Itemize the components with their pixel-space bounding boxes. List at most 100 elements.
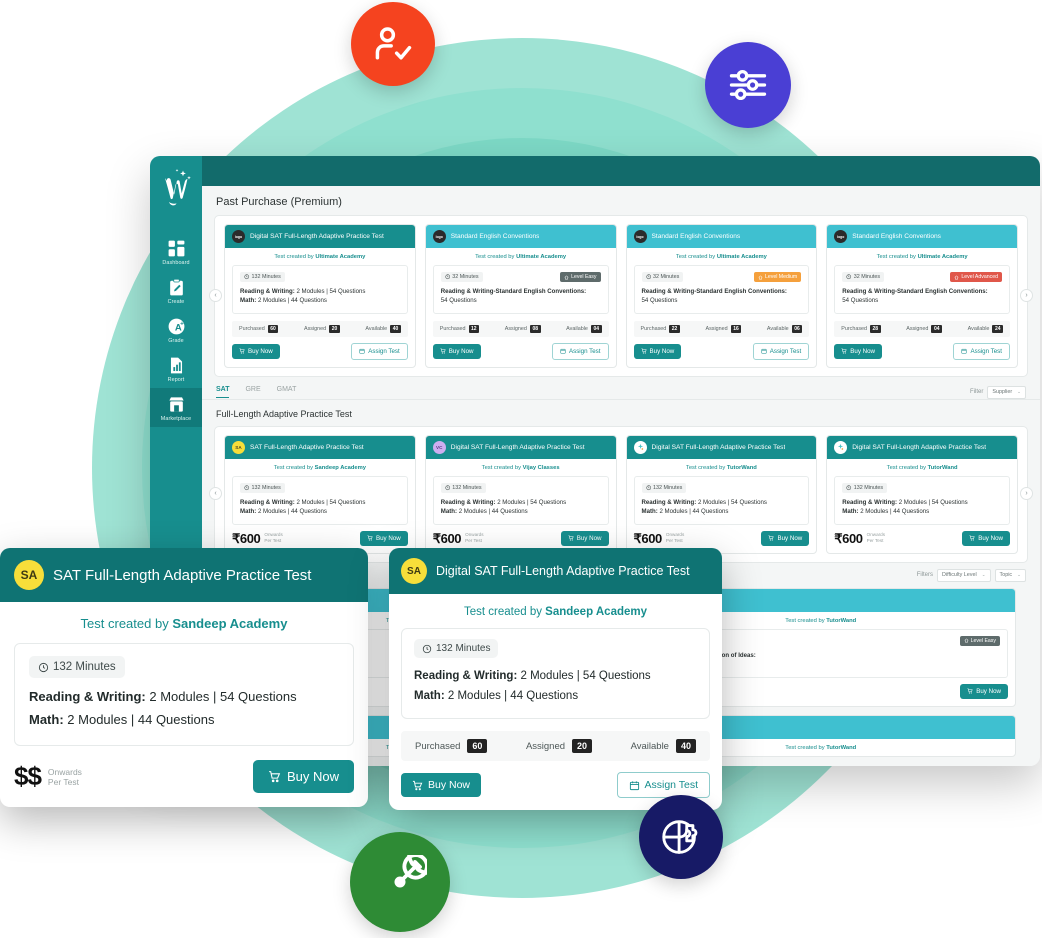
assign-test-button[interactable]: Assign Test	[551, 342, 609, 360]
info-value: 2 Modules | 54 Questions	[898, 498, 968, 506]
info-line-2: 54 Questions	[441, 296, 601, 305]
assign-test-button[interactable]: Assign Test	[953, 342, 1010, 360]
test-card[interactable]: logo Standard English Conventions Test c…	[826, 224, 1018, 368]
assign-test-button[interactable]: Assign Test	[616, 772, 710, 799]
buy-now-button[interactable]: Buy Now	[633, 343, 682, 359]
buy-now-button[interactable]: Buy Now	[232, 343, 280, 359]
test-card-stats: Purchased 28 Assigned 04 Available 24	[834, 320, 1010, 337]
buy-now-button[interactable]: Buy Now	[359, 530, 408, 546]
svg-text:+: +	[180, 321, 184, 328]
tab-gre[interactable]: GRE	[245, 386, 260, 398]
past-purchase-prev-arrow[interactable]: ‹	[209, 288, 222, 302]
info-line-1: Reading & Writing-Standard English Conve…	[441, 287, 601, 296]
buy-now-button[interactable]: Buy Now	[834, 343, 883, 359]
sidebar-item-label: Report	[167, 377, 185, 383]
creator-name: TutorWand	[726, 464, 757, 471]
marketplace-card-row: SA SAT Full-Length Adaptive Practice Tes…	[224, 434, 1018, 554]
supplier-avatar	[633, 440, 647, 454]
buy-now-button[interactable]: Buy Now	[960, 683, 1008, 699]
test-card-title: Standard English Conventions	[852, 233, 941, 240]
creator-prefix: Test created by	[80, 616, 169, 631]
tab-sat[interactable]: SAT	[216, 386, 230, 399]
tab-gmat[interactable]: GMAT	[277, 386, 297, 398]
test-card-info: 132 Minutes Reading & Writing: 2 Modules…	[232, 265, 408, 314]
info-label: Math:	[440, 508, 457, 516]
info-line-2: Math: 2 Modules | 44 Questions	[441, 507, 601, 516]
info-label: Reading & Writing-Standard English Conve…	[641, 288, 787, 295]
info-value: 54 Questions	[440, 297, 477, 305]
info-label: Reading & Writing:	[29, 689, 146, 704]
sidebar-item-create[interactable]: Create	[150, 271, 202, 310]
marketplace-prev-arrow[interactable]: ‹	[209, 487, 222, 501]
sidebar-item-report[interactable]: Report	[150, 349, 202, 388]
sidebar-item-grade[interactable]: A + Grade	[150, 310, 202, 349]
info-label: Math:	[414, 690, 445, 703]
stat-label: Available	[967, 325, 990, 332]
popup-center-title: Digital SAT Full-Length Adaptive Practic…	[436, 564, 690, 578]
marketplace-next-arrow[interactable]: ›	[1020, 487, 1033, 501]
sidebar-item-label: Marketplace	[160, 416, 192, 422]
marketplace-card[interactable]: Digital SAT Full-Length Adaptive Practic…	[826, 434, 1018, 554]
price-sub-2: Per Test	[465, 538, 482, 544]
chevron-down-icon: ⌄	[1017, 389, 1021, 395]
sidebar-item-dashboard[interactable]: Dashboard	[150, 232, 202, 271]
difficulty-level-select[interactable]: Difficulty Level ⌄	[937, 568, 991, 582]
marketplace-card[interactable]: VC Digital SAT Full-Length Adaptive Prac…	[424, 434, 617, 554]
assign-test-label: Assign Test	[568, 347, 601, 355]
creator-name: TutorWand	[826, 617, 857, 624]
assign-test-button[interactable]: Assign Test	[351, 342, 408, 360]
exam-tabs: SAT GRE GMAT	[216, 386, 297, 399]
info-value: 2 Modules | 54 Questions	[296, 498, 366, 506]
supplier-avatar	[834, 440, 848, 454]
test-card[interactable]: logo Standard English Conventions Test c…	[424, 224, 617, 368]
buy-now-button[interactable]: Buy Now	[252, 759, 354, 793]
stat-available: Available 06	[767, 324, 803, 333]
buy-now-button[interactable]: Buy Now	[560, 530, 609, 546]
buy-now-button[interactable]: Buy Now	[761, 530, 810, 546]
marketplace-card-title: Digital SAT Full-Length Adaptive Practic…	[651, 443, 786, 451]
info-line-1: Reading & Writing: 2 Modules | 54 Questi…	[29, 686, 339, 707]
popup-card-left: SA SAT Full-Length Adaptive Practice Tes…	[0, 548, 368, 807]
stat-value: 24	[992, 324, 1003, 333]
popup-left-header: SA SAT Full-Length Adaptive Practice Tes…	[0, 548, 368, 602]
buy-now-button[interactable]: Buy Now	[401, 773, 482, 798]
supplier-select[interactable]: Supplier ⌄	[987, 385, 1026, 399]
topic-select[interactable]: Topic ⌄	[994, 568, 1026, 582]
duration-text: 32 Minutes	[653, 274, 680, 280]
stat-value: 08	[529, 324, 541, 333]
stat-label: Purchased	[640, 325, 667, 332]
info-line-2: Math: 2 Modules | 44 Questions	[240, 296, 400, 305]
marketplace-card[interactable]: SA SAT Full-Length Adaptive Practice Tes…	[224, 434, 416, 554]
info-line-1: Reading & Writing-Standard English Conve…	[642, 287, 802, 296]
test-card-header: logo Standard English Conventions	[425, 225, 616, 248]
marketplace-card[interactable]: Digital SAT Full-Length Adaptive Practic…	[625, 434, 818, 554]
test-card-creator: Test created by Ultimate Academy	[225, 248, 415, 265]
info-label: Reading & Writing-Standard English Conve…	[440, 288, 587, 295]
brand-logo[interactable]	[156, 166, 196, 210]
test-card[interactable]: logo Standard English Conventions Test c…	[625, 224, 818, 368]
duration-text: 132 Minutes	[853, 484, 884, 491]
sidebar-item-marketplace[interactable]: Marketplace	[150, 388, 202, 427]
creator-prefix: Test created by	[785, 617, 825, 624]
buy-now-label: Buy Now	[976, 687, 1001, 695]
buy-now-button[interactable]: Buy Now	[432, 343, 481, 359]
past-purchase-panel: ‹ › logo Digital SAT Full-Length Adaptiv…	[209, 215, 1033, 377]
assign-test-button[interactable]: Assign Test	[752, 342, 810, 360]
stat-value: 40	[390, 324, 401, 333]
buy-now-button[interactable]: Buy Now	[962, 530, 1010, 546]
marketplace-card-creator: Test created by TutorWand	[627, 459, 817, 476]
past-purchase-next-arrow[interactable]: ›	[1020, 288, 1033, 302]
price-block: ₹600 Onwards Per Test	[834, 532, 885, 545]
duration-text: 132 Minutes	[251, 274, 281, 280]
supplier-select-value: Supplier	[992, 389, 1013, 396]
info-line-2: 54 Questions	[842, 296, 1002, 305]
stat-value: 20	[572, 739, 593, 754]
test-card-info: 32 Minutes Level Easy Reading & Writing-…	[432, 265, 609, 314]
marketplace-card-info: 132 Minutes Reading & Writing: 2 Modules…	[633, 475, 810, 525]
duration-text: 132 Minutes	[452, 484, 482, 491]
price-amount: ₹600	[633, 530, 663, 546]
stat-value: 16	[730, 324, 742, 333]
creator-prefix: Test created by	[785, 744, 825, 751]
stat-value: 04	[590, 324, 602, 333]
test-card[interactable]: logo Digital SAT Full-Length Adaptive Pr…	[224, 224, 416, 368]
